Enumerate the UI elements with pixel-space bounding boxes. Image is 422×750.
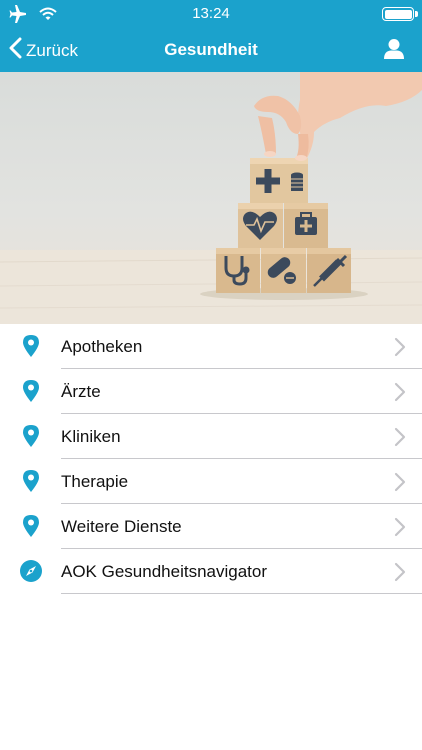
map-pin-icon — [19, 379, 43, 403]
map-pin-icon — [19, 514, 43, 538]
battery-icon — [382, 7, 418, 21]
cube-heartbeat — [238, 203, 283, 248]
list-item-therapie[interactable]: Therapie — [0, 459, 422, 504]
list-item-label: Therapie — [61, 471, 129, 491]
list-item-apotheken[interactable]: Apotheken — [0, 324, 422, 369]
navigation-bar: Zurück Gesundheit — [0, 28, 422, 72]
list-item-label: Ärzte — [61, 381, 101, 401]
cube-syringe — [307, 248, 351, 293]
list-item-kliniken[interactable]: Kliniken — [0, 414, 422, 459]
hero-illustration — [0, 72, 422, 324]
chevron-right-icon — [394, 382, 406, 407]
cube-first-aid — [284, 203, 328, 248]
map-pin-icon — [19, 334, 43, 358]
list-item-label: Weitere Dienste — [61, 516, 182, 536]
map-pin-icon — [19, 469, 43, 493]
chevron-right-icon — [394, 427, 406, 452]
cube-plus-coins — [250, 158, 308, 203]
chevron-right-icon — [394, 472, 406, 497]
list-item-weitere-dienste[interactable]: Weitere Dienste — [0, 504, 422, 549]
hand-illustration — [254, 72, 422, 161]
map-pin-icon — [19, 424, 43, 448]
list-item-aerzte[interactable]: Ärzte — [0, 369, 422, 414]
status-bar: 13:24 — [0, 0, 422, 28]
chevron-right-icon — [394, 517, 406, 542]
list-item-label: Apotheken — [61, 336, 143, 356]
coins-icon — [291, 172, 303, 191]
chevron-right-icon — [394, 562, 406, 587]
chevron-right-icon — [394, 337, 406, 362]
list-item-label: Kliniken — [61, 426, 121, 446]
page-title: Gesundheit — [164, 40, 258, 59]
status-time: 13:24 — [192, 5, 230, 22]
health-menu-list: Apotheken Ärzte Kliniken Therapie Weiter… — [0, 324, 422, 594]
profile-button[interactable] — [384, 38, 404, 65]
compass-icon — [19, 559, 43, 583]
user-icon — [384, 39, 404, 64]
cube-pills — [261, 248, 306, 293]
cube-stethoscope — [216, 248, 260, 293]
hero-image — [0, 72, 422, 324]
list-item-label: AOK Gesundheitsnavigator — [61, 561, 268, 581]
list-item-aok-gesundheitsnavigator[interactable]: AOK Gesundheitsnavigator — [0, 549, 422, 594]
